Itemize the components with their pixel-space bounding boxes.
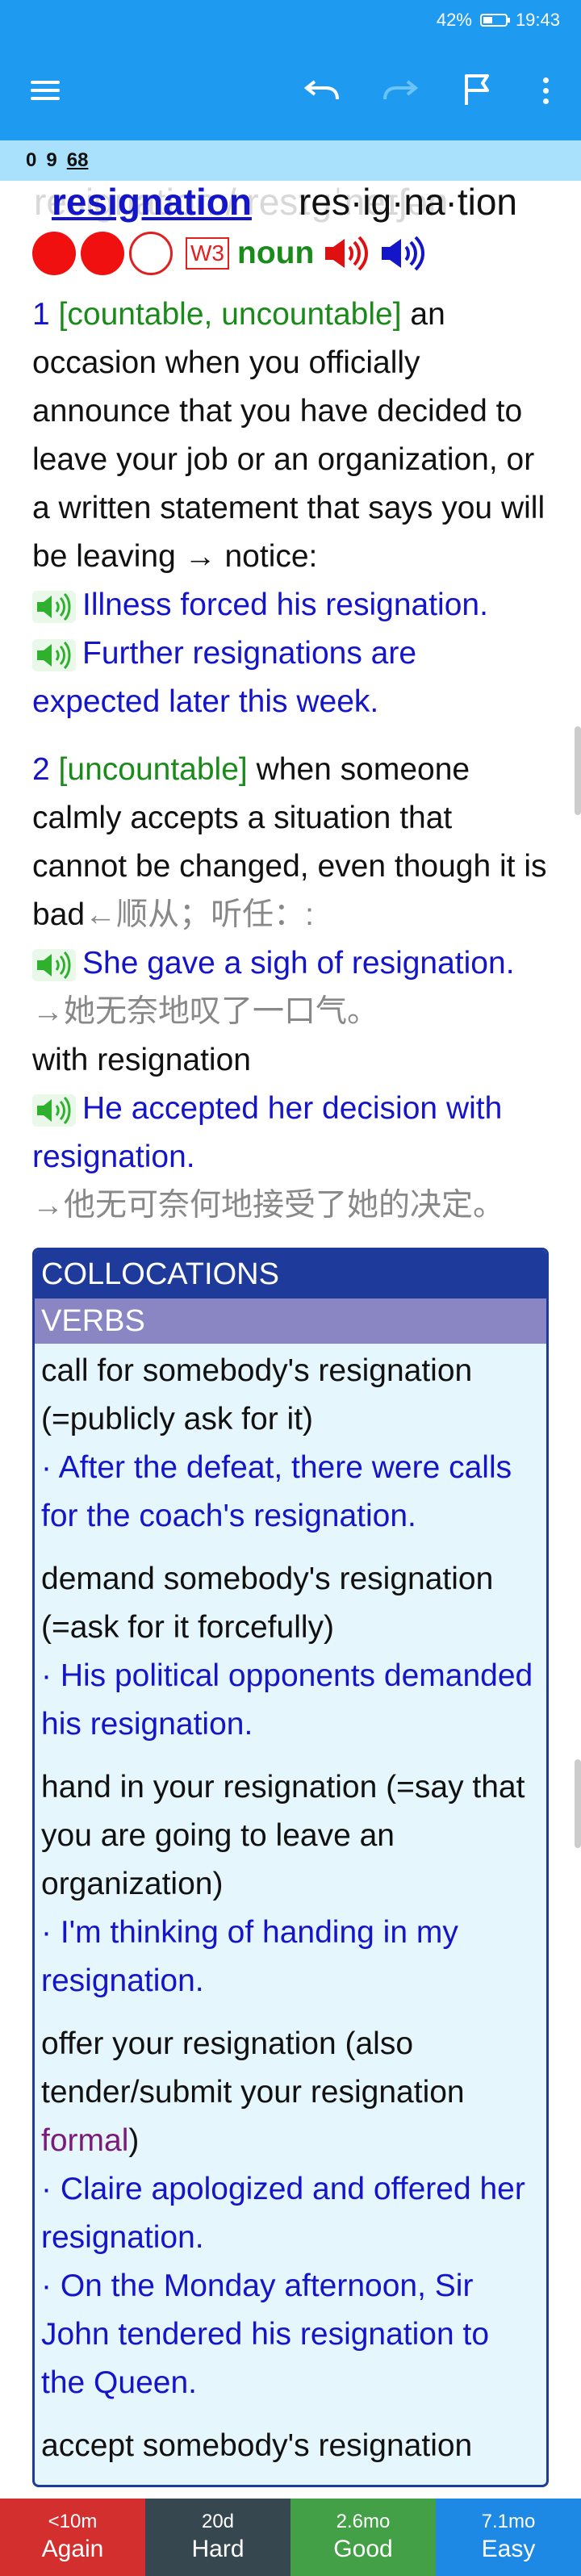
collocation-phrase: accept somebody's resignation [41, 2428, 473, 2463]
collocation-phrase-text: offer your resignation (also tender/subm… [41, 2026, 465, 2110]
british-audio-speaker-icon[interactable] [322, 236, 370, 271]
frequency-dot-filled [32, 232, 76, 275]
collocation-example: · After the defeat, there were calls for… [41, 1450, 512, 1533]
sense-number: 2 [32, 752, 50, 787]
collocation-example: · His political opponents demanded his r… [41, 1658, 533, 1742]
american-audio-speaker-icon[interactable] [378, 236, 427, 271]
grammar-label: [countable, uncountable] [58, 297, 402, 332]
example: Illness forced his resignation. [32, 581, 549, 629]
example-speaker-icon[interactable] [32, 1094, 76, 1127]
example: She gave a sigh of resignation. [32, 939, 549, 988]
new-count: 0 [26, 149, 37, 171]
more-options-icon[interactable] [525, 69, 566, 111]
example-text: He accepted her decision with resignatio… [32, 1091, 503, 1174]
collocation-phrase: offer your resignation (also tender/subm… [41, 2020, 540, 2165]
app-bar [0, 40, 581, 140]
phrase-label: with resignation [32, 1043, 251, 1077]
redo-icon[interactable] [379, 69, 421, 111]
syllabification: res·ig·na·tion [299, 181, 517, 223]
headword-link[interactable]: resignation [52, 178, 252, 226]
status-bar: 42% 19:43 [0, 0, 581, 40]
example-speaker-icon[interactable] [32, 948, 76, 981]
again-label: Again [41, 2536, 104, 2562]
example-text: Illness forced his resignation. [82, 588, 488, 622]
scrollbar[interactable] [575, 1759, 581, 1848]
headword-row: resignation / resɪɡˈneɪʃən resignation r… [32, 178, 549, 228]
collocations-box: COLLOCATIONS VERBS call for somebody's r… [32, 1248, 549, 2487]
part-of-speech: noun [237, 236, 315, 270]
battery-icon [479, 14, 510, 27]
example-text: She gave a sigh of resignation. [82, 946, 515, 981]
collocation-item: hand in your resignation (=say that you … [41, 1763, 540, 2005]
example-translation: →他无可奈何地接受了她的决定。 [32, 1188, 505, 1223]
sense-number: 1 [32, 297, 50, 332]
hard-label: Hard [191, 2536, 245, 2562]
frequency-dot-filled [81, 232, 124, 275]
collocation-example: · I'm thinking of handing in my resignat… [41, 1915, 458, 1998]
menu-icon[interactable] [24, 69, 66, 111]
card-counts: 0 9 68 [0, 140, 581, 181]
undo-icon[interactable] [301, 69, 343, 111]
collocation-item: offer your resignation (also tender/subm… [41, 2020, 540, 2407]
collocation-item: call for somebody's resignation (=public… [41, 1347, 540, 1541]
hard-button[interactable]: 20d Hard [145, 2499, 290, 2576]
collocation-phrase-close: ) [128, 2123, 140, 2158]
sense-2-definition: 2 [uncountable] when someone calmly acce… [32, 746, 549, 939]
example-translation: →她无奈地叹了一口气。 [32, 994, 379, 1029]
collocation-item: accept somebody's resignation [41, 2422, 540, 2470]
collocations-list: call for somebody's resignation (=public… [35, 1344, 546, 2470]
frequency-badge: W3 [186, 237, 229, 270]
collocation-example: · On the Monday afternoon, Sir John tend… [41, 2269, 490, 2400]
easy-button[interactable]: 7.1mo Easy [436, 2499, 581, 2576]
good-label: Good [333, 2536, 393, 2562]
sense-1-definition: 1 [countable, uncountable] an occasion w… [32, 291, 549, 581]
easy-interval: 7.1mo [481, 2511, 536, 2532]
frequency-row: W3 noun [32, 228, 549, 279]
collocation-phrase: demand somebody's resignation (=ask for … [41, 1562, 494, 1645]
definition-text: an occasion when you officially announce… [32, 297, 545, 574]
hard-interval: 20d [201, 2511, 235, 2532]
card-content: resignation / resɪɡˈneɪʃən resignation r… [32, 178, 549, 2487]
again-button[interactable]: <10m Again [0, 2499, 145, 2576]
register-label: formal [41, 2123, 129, 2158]
learning-count: 9 [46, 149, 57, 171]
sense-2: 2 [uncountable] when someone calmly acce… [32, 746, 549, 1230]
collocations-title: COLLOCATIONS [35, 1250, 546, 1298]
good-interval: 2.6mo [336, 2511, 391, 2532]
answer-buttons: <10m Again 20d Hard 2.6mo Good 7.1mo Eas… [0, 2499, 581, 2576]
sense-1: 1 [countable, uncountable] an occasion w… [32, 291, 549, 726]
review-count: 68 [66, 149, 89, 171]
grammar-label: [uncountable] [58, 752, 248, 787]
collocation-phrase: call for somebody's resignation (=public… [41, 1353, 473, 1436]
flag-icon[interactable] [457, 69, 499, 111]
example: He accepted her decision with resignatio… [32, 1085, 549, 1181]
collocation-item: demand somebody's resignation (=ask for … [41, 1555, 540, 1749]
example-text: Further resignations are expected later … [32, 636, 417, 719]
easy-label: Easy [481, 2536, 536, 2562]
clock: 19:43 [515, 10, 560, 30]
frequency-dot-empty [129, 232, 173, 275]
definition-translation: ←顺从；听任：: [85, 897, 314, 932]
collocations-subtitle: VERBS [35, 1298, 546, 1344]
example-speaker-icon[interactable] [32, 638, 76, 671]
again-interval: <10m [48, 2511, 98, 2532]
battery-percent: 42% [436, 10, 472, 30]
good-button[interactable]: 2.6mo Good [290, 2499, 436, 2576]
example-speaker-icon[interactable] [32, 590, 76, 623]
scrollbar[interactable] [575, 726, 581, 815]
example: Further resignations are expected later … [32, 629, 549, 726]
collocation-phrase: hand in your resignation (=say that you … [41, 1770, 525, 1901]
collocation-example: · Claire apologized and offered her resi… [41, 2172, 525, 2255]
